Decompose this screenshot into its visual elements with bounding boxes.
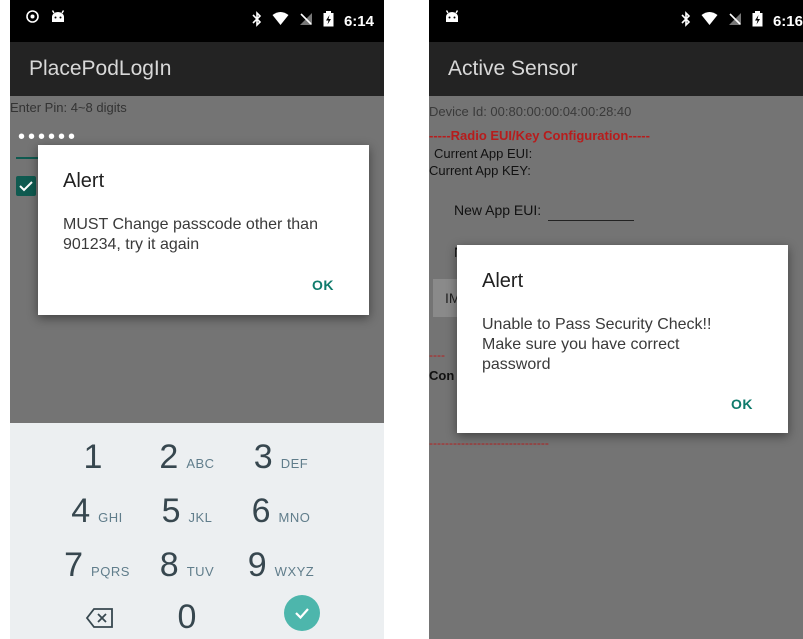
check-icon	[19, 181, 33, 192]
key-3[interactable]: 3 DEF	[226, 438, 336, 486]
alert-title: Alert	[63, 170, 105, 192]
key-letters: PQRS	[91, 564, 130, 579]
key-letters: JKL	[188, 510, 213, 525]
key-digit: 6	[251, 492, 271, 530]
key-digit: 1	[83, 438, 103, 476]
alert-dialog: Alert Unable to Pass Security Check!! Ma…	[457, 245, 788, 433]
key-digit: 0	[177, 598, 197, 636]
alert-message: MUST Change passcode other than 901234, …	[63, 216, 318, 253]
android-icon	[51, 10, 65, 28]
key-digit: 2	[159, 438, 179, 476]
key-6[interactable]: 6 MNO	[226, 492, 336, 540]
app-title: PlacePodLogIn	[10, 42, 384, 96]
battery-charging-icon	[323, 11, 334, 31]
current-app-eui-label: Current App EUI:	[434, 146, 533, 161]
key-digit: 3	[253, 438, 273, 476]
key-0[interactable]: 0	[132, 598, 242, 639]
key-letters: DEF	[280, 456, 309, 471]
key-letters: TUV	[186, 564, 215, 579]
battery-charging-icon	[752, 11, 763, 31]
dash-separator: ----	[429, 348, 445, 362]
shield-icon	[26, 10, 39, 28]
numeric-keypad: 1 2 ABC 3 DEF 4 GHI 5 JKL 6 MNO 7 PQRS 8 TUV 9W…	[10, 423, 384, 639]
status-time: 6:16	[772, 12, 803, 30]
no-signal-icon	[299, 12, 313, 30]
alert-title: Alert	[482, 270, 524, 292]
key-digit: 5	[161, 492, 181, 530]
check-icon	[295, 608, 309, 620]
ok-button[interactable]: OK	[731, 396, 753, 412]
key-letters: GHI	[98, 510, 123, 525]
key-digit: 7	[64, 546, 84, 584]
device-id-label: Device Id: 00:80:00:00:04:00:28:40	[429, 104, 632, 119]
phone-screen-login: 6:14 PlacePodLogIn Enter Pin: 4~8 digits…	[10, 0, 384, 639]
no-signal-icon	[728, 12, 742, 30]
remember-checkbox[interactable]	[16, 176, 36, 196]
bluetooth-icon	[681, 11, 691, 31]
key-9[interactable]: 9 WXYZ	[226, 546, 336, 594]
alert-message: Unable to Pass Security Check!! Make sur…	[482, 316, 712, 373]
new-app-eui-label: New App EUI:	[454, 202, 542, 218]
status-bar: 6:16	[429, 0, 803, 42]
bluetooth-icon	[252, 11, 262, 31]
done-key[interactable]	[284, 595, 320, 631]
status-time: 6:14	[343, 12, 374, 30]
radio-config-header: -----Radio EUI/Key Configuration-----	[429, 128, 650, 143]
new-app-eui-input[interactable]	[548, 220, 634, 221]
key-digit: 8	[159, 546, 179, 584]
key-letters: WXYZ	[274, 564, 315, 579]
current-app-key-label: Current App KEY:	[429, 163, 531, 178]
pin-label: Enter Pin: 4~8 digits	[10, 100, 127, 115]
phone-screen-active-sensor: 6:16 Active Sensor Device Id: 00:80:00:0…	[429, 0, 803, 639]
status-bar: 6:14	[10, 0, 384, 42]
key-letters: MNO	[278, 510, 311, 525]
key-letters: ABC	[186, 456, 215, 471]
ok-button[interactable]: OK	[312, 277, 334, 293]
wifi-icon	[272, 12, 289, 30]
dash-separator: ------------------------------	[429, 436, 549, 450]
partial-label: Con	[429, 368, 455, 383]
key-digit: 4	[71, 492, 91, 530]
android-icon	[445, 10, 459, 28]
backspace-key[interactable]	[84, 605, 116, 631]
alert-dialog: Alert MUST Change passcode other than 90…	[38, 145, 369, 315]
key-digit: 9	[247, 546, 267, 584]
backspace-icon	[85, 608, 113, 628]
app-title: Active Sensor	[429, 42, 803, 96]
wifi-icon	[701, 12, 718, 30]
